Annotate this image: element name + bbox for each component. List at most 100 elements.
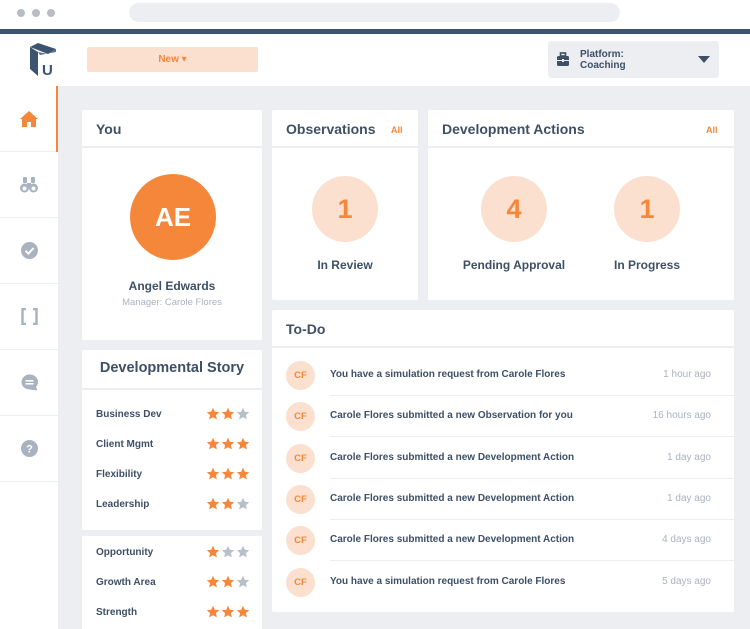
todo-message[interactable]: Carole Flores submitted a new Developmen… <box>330 534 574 545</box>
user-name: Angel Edwards <box>128 279 216 293</box>
sidebar-item-observations[interactable] <box>0 152 58 218</box>
star-filled-icon <box>206 467 220 480</box>
card-title: Development Actions <box>442 121 585 137</box>
star-rating <box>206 605 250 619</box>
star-empty-icon <box>236 497 250 510</box>
card-title: To-Do <box>286 321 326 337</box>
star-rating <box>206 407 250 421</box>
skill-name: Opportunity <box>96 547 154 558</box>
todo-item[interactable]: CF You have a simulation request from Car… <box>272 355 750 396</box>
stat-count: 4 <box>481 176 547 242</box>
todo-message[interactable]: You have a simulation request from Carol… <box>330 369 565 380</box>
home-icon <box>20 110 38 127</box>
todo-item[interactable]: CF Carole Flores submitted a new Developm… <box>272 479 750 520</box>
stat-in-review[interactable]: 1 In Review <box>285 176 405 272</box>
platform-label-text: Platform: <box>580 49 624 60</box>
todo-message[interactable]: Carole Flores submitted a new Observatio… <box>330 410 573 421</box>
platform-value: Coaching <box>580 60 626 71</box>
star-filled-icon <box>236 467 250 480</box>
app-header: U New ▾ Platform: Coaching <box>0 34 750 86</box>
avatar: CF <box>286 402 315 432</box>
skill-rating-row: Growth Area <box>96 575 250 591</box>
todo-card: To-Do CF You have a simulation request fr… <box>272 310 750 612</box>
todo-timestamp: 1 day ago <box>667 451 711 463</box>
todo-item[interactable]: CF Carole Flores submitted a new Developm… <box>272 520 750 562</box>
developmental-story-card: Developmental Story Business Dev Client M… <box>82 350 262 530</box>
stat-in-progress[interactable]: 1 In Progress <box>587 176 707 272</box>
star-filled-icon <box>221 467 235 480</box>
skill-name: Business Dev <box>96 409 162 420</box>
star-rating <box>206 545 250 559</box>
development-actions-card: Development Actions All 4 Pending Approv… <box>428 110 734 300</box>
observations-all-link[interactable]: All <box>391 125 403 135</box>
avatar: CF <box>286 443 315 473</box>
stat-label: Pending Approval <box>462 258 566 272</box>
chevron-down-icon <box>698 56 710 63</box>
star-filled-icon <box>206 605 220 618</box>
star-empty-icon <box>221 545 235 558</box>
sidebar: ? <box>0 86 58 629</box>
development-actions-all-link[interactable]: All <box>706 125 718 135</box>
sidebar-item-messages[interactable] <box>0 350 58 416</box>
new-button[interactable]: New ▾ <box>87 47 258 72</box>
card-title: You <box>96 121 122 137</box>
card-header: To-Do <box>272 310 734 348</box>
svg-text:?: ? <box>26 444 33 456</box>
window-dot <box>32 9 40 17</box>
manager-name: Manager: Carole Flores <box>122 297 222 308</box>
star-rating <box>206 497 250 511</box>
sidebar-item-actions[interactable] <box>0 218 58 284</box>
star-empty-icon <box>236 545 250 558</box>
skill-rating-row: Opportunity <box>96 545 250 561</box>
star-filled-icon <box>236 605 250 618</box>
platform-select[interactable]: Platform: Coaching <box>548 41 719 78</box>
stat-label: In Progress <box>613 258 681 272</box>
todo-timestamp: 4 days ago <box>662 534 711 546</box>
star-empty-icon <box>236 575 250 588</box>
todo-item[interactable]: CF Carole Flores submitted a new Observat… <box>272 396 750 438</box>
card-header: Observations All <box>272 110 418 148</box>
todo-item[interactable]: CF Carole Flores submitted a new Developm… <box>272 438 750 479</box>
skill-name: Growth Area <box>96 577 156 588</box>
observations-card: Observations All 1 In Review <box>272 110 418 300</box>
window-dot <box>17 9 25 17</box>
card-title: Developmental Story <box>99 360 245 376</box>
logo-icon: U <box>30 43 56 77</box>
check-circle-icon <box>20 242 38 259</box>
star-filled-icon <box>221 605 235 618</box>
todo-message[interactable]: Carole Flores submitted a new Developmen… <box>330 493 574 504</box>
star-filled-icon <box>206 407 220 420</box>
sidebar-item-home[interactable] <box>0 86 58 152</box>
star-filled-icon <box>221 497 235 510</box>
star-filled-icon <box>206 545 220 558</box>
you-card: You AE Angel Edwards Manager: Carole Flo… <box>82 110 262 340</box>
avatar: CF <box>286 526 315 556</box>
star-rating <box>206 437 250 451</box>
skill-name: Client Mgmt <box>96 439 154 450</box>
avatar: CF <box>286 361 315 390</box>
stat-label: In Review <box>317 258 373 272</box>
stat-pending-approval[interactable]: 4 Pending Approval <box>454 176 574 272</box>
sidebar-item-help[interactable]: ? <box>0 416 58 482</box>
star-filled-icon <box>206 575 220 588</box>
todo-timestamp: 1 day ago <box>667 492 711 504</box>
skill-rating-row: Business Dev <box>96 407 250 423</box>
todo-timestamp: 5 days ago <box>662 575 711 587</box>
sidebar-item-brackets[interactable] <box>0 284 58 350</box>
todo-message[interactable]: Carole Flores submitted a new Developmen… <box>330 452 574 463</box>
platform-label: Platform: Coaching <box>580 49 626 71</box>
avatar[interactable]: AE <box>130 174 216 260</box>
rating-legend-card: Opportunity Growth Area Strength <box>82 536 262 629</box>
card-header: You <box>82 110 262 148</box>
star-rating <box>206 467 250 481</box>
todo-timestamp: 1 hour ago <box>663 369 711 380</box>
stat-count: 1 <box>312 176 378 242</box>
star-filled-icon <box>221 437 235 450</box>
todo-message[interactable]: You have a simulation request from Carol… <box>330 576 565 587</box>
todo-item[interactable]: CF You have a simulation request from Car… <box>272 562 750 603</box>
star-filled-icon <box>206 497 220 510</box>
address-bar[interactable] <box>129 3 620 22</box>
star-filled-icon <box>206 437 220 450</box>
avatar: CF <box>286 484 315 514</box>
skill-name: Strength <box>96 607 138 618</box>
